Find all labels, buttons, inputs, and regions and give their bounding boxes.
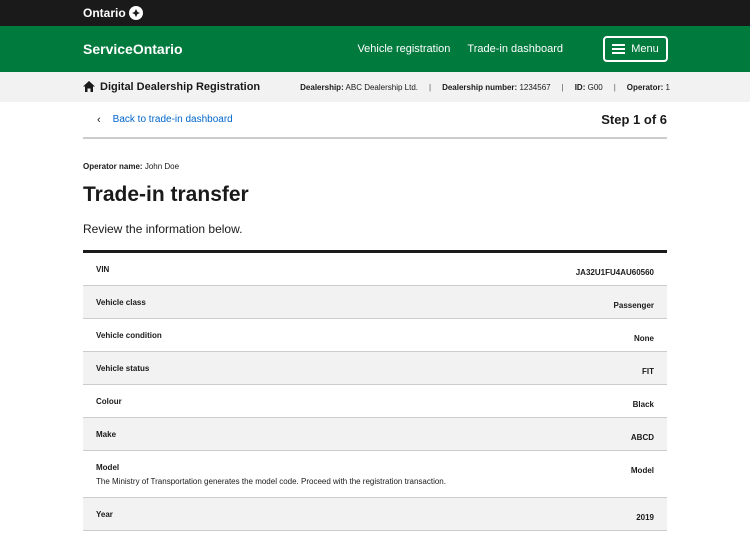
separator: |: [613, 82, 616, 92]
operator-value: 1: [665, 82, 670, 92]
back-link-label: Back to trade-in dashboard: [112, 114, 233, 125]
row-label: Make: [96, 430, 117, 439]
row-value: Black: [632, 400, 654, 409]
row-value: None: [634, 334, 654, 343]
operator-label: Operator:: [626, 82, 664, 92]
row-label: Vehicle status: [96, 364, 150, 373]
table-row-vehicle-class: Vehicle class Passenger: [83, 286, 667, 319]
ontario-wordmark: Ontario: [83, 6, 126, 20]
dealership-number-field: Dealership number: 1234567: [442, 83, 551, 92]
ontario-topbar: Ontario: [0, 0, 750, 26]
row-value: Model: [630, 466, 654, 475]
home-icon[interactable]: [83, 80, 95, 94]
separator: |: [561, 82, 564, 92]
main-content: ‹ Back to trade-in dashboard Step 1 of 6…: [83, 102, 667, 531]
vehicle-info-table: VIN JA32U1FU4AU60560 Vehicle class Passe…: [83, 250, 667, 531]
row-value: FIT: [642, 367, 654, 376]
id-value: G00: [587, 82, 603, 92]
row-value: 2019: [636, 513, 654, 522]
table-row-colour: Colour Black: [83, 385, 667, 418]
dealership-number-label: Dealership number:: [442, 82, 518, 92]
step-nav: ‹ Back to trade-in dashboard Step 1 of 6: [83, 102, 667, 139]
operator-field: Operator: 1: [627, 83, 670, 92]
table-row-vin: VIN JA32U1FU4AU60560: [83, 253, 667, 286]
dealership-label: Dealership:: [300, 82, 344, 92]
operator-name-value: John Doe: [144, 162, 180, 171]
page-title: Trade-in transfer: [83, 183, 249, 206]
dealership-value: ABC Dealership Ltd.: [345, 82, 418, 92]
model-note: The Ministry of Transportation generates…: [96, 477, 446, 486]
separator: |: [429, 82, 432, 92]
id-label: ID:: [574, 82, 586, 92]
chevron-left-icon: ‹: [97, 113, 101, 126]
step-indicator: Step 1 of 6: [601, 112, 667, 127]
page-lead: Review the information below.: [83, 222, 243, 236]
row-label: VIN: [96, 265, 110, 274]
row-value: JA32U1FU4AU60560: [575, 268, 654, 277]
nav-trade-in-dashboard[interactable]: Trade-in dashboard: [467, 43, 563, 55]
app-title: Digital Dealership Registration: [100, 81, 261, 93]
site-title[interactable]: ServiceOntario: [83, 41, 340, 57]
nav-vehicle-registration[interactable]: Vehicle registration: [357, 43, 450, 55]
row-label: Vehicle class: [96, 298, 146, 307]
operator-name: Operator name: John Doe: [83, 162, 667, 171]
table-row-vehicle-status: Vehicle status FIT: [83, 352, 667, 385]
row-label: Colour: [96, 397, 122, 406]
dealership-field: Dealership: ABC Dealership Ltd.: [300, 83, 418, 92]
table-row-make: Make ABCD: [83, 418, 667, 451]
back-link[interactable]: ‹ Back to trade-in dashboard: [83, 114, 601, 126]
row-value: Passenger: [613, 301, 654, 310]
menu-button[interactable]: Menu: [603, 36, 668, 62]
table-row-model: Model The Ministry of Transportation gen…: [83, 451, 667, 498]
dealership-number-value: 1234567: [519, 82, 551, 92]
row-label: Vehicle condition: [96, 331, 162, 340]
dealership-info-bar: Digital Dealership Registration Dealersh…: [0, 72, 750, 102]
row-label: Model: [96, 463, 120, 472]
trillium-icon: [128, 6, 143, 20]
hamburger-icon: [612, 42, 626, 56]
site-header: ServiceOntario Vehicle registration Trad…: [0, 26, 750, 72]
operator-name-label: Operator name:: [83, 162, 143, 171]
row-label: Year: [96, 510, 113, 519]
id-field: ID: G00: [575, 83, 603, 92]
menu-label: Menu: [631, 43, 659, 55]
table-row-vehicle-condition: Vehicle condition None: [83, 319, 667, 352]
row-value: ABCD: [630, 433, 654, 442]
table-row-year: Year 2019: [83, 498, 667, 531]
ontario-logo[interactable]: Ontario: [83, 6, 143, 20]
